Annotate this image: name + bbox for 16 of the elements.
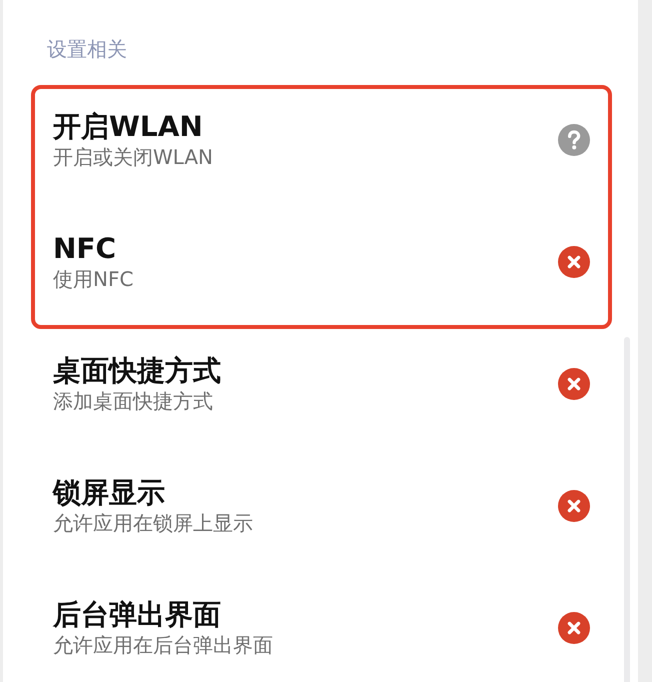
cross-icon[interactable]: [558, 246, 590, 278]
cross-icon[interactable]: [558, 612, 590, 644]
question-icon[interactable]: [558, 124, 590, 156]
setting-title: 开启WLAN: [53, 110, 203, 144]
setting-title: NFC: [53, 232, 116, 266]
setting-subtitle: 使用NFC: [53, 266, 134, 292]
setting-title: 后台弹出界面: [53, 598, 221, 632]
cross-icon[interactable]: [558, 490, 590, 522]
setting-subtitle: 允许应用在后台弹出界面: [53, 632, 273, 658]
cross-icon[interactable]: [558, 368, 590, 400]
section-title: 设置相关: [47, 36, 127, 62]
setting-subtitle: 允许应用在锁屏上显示: [53, 510, 253, 536]
setting-title: 锁屏显示: [53, 476, 165, 510]
setting-subtitle: 开启或关闭WLAN: [53, 144, 214, 170]
setting-subtitle: 添加桌面快捷方式: [53, 388, 213, 414]
setting-title: 桌面快捷方式: [53, 354, 221, 388]
